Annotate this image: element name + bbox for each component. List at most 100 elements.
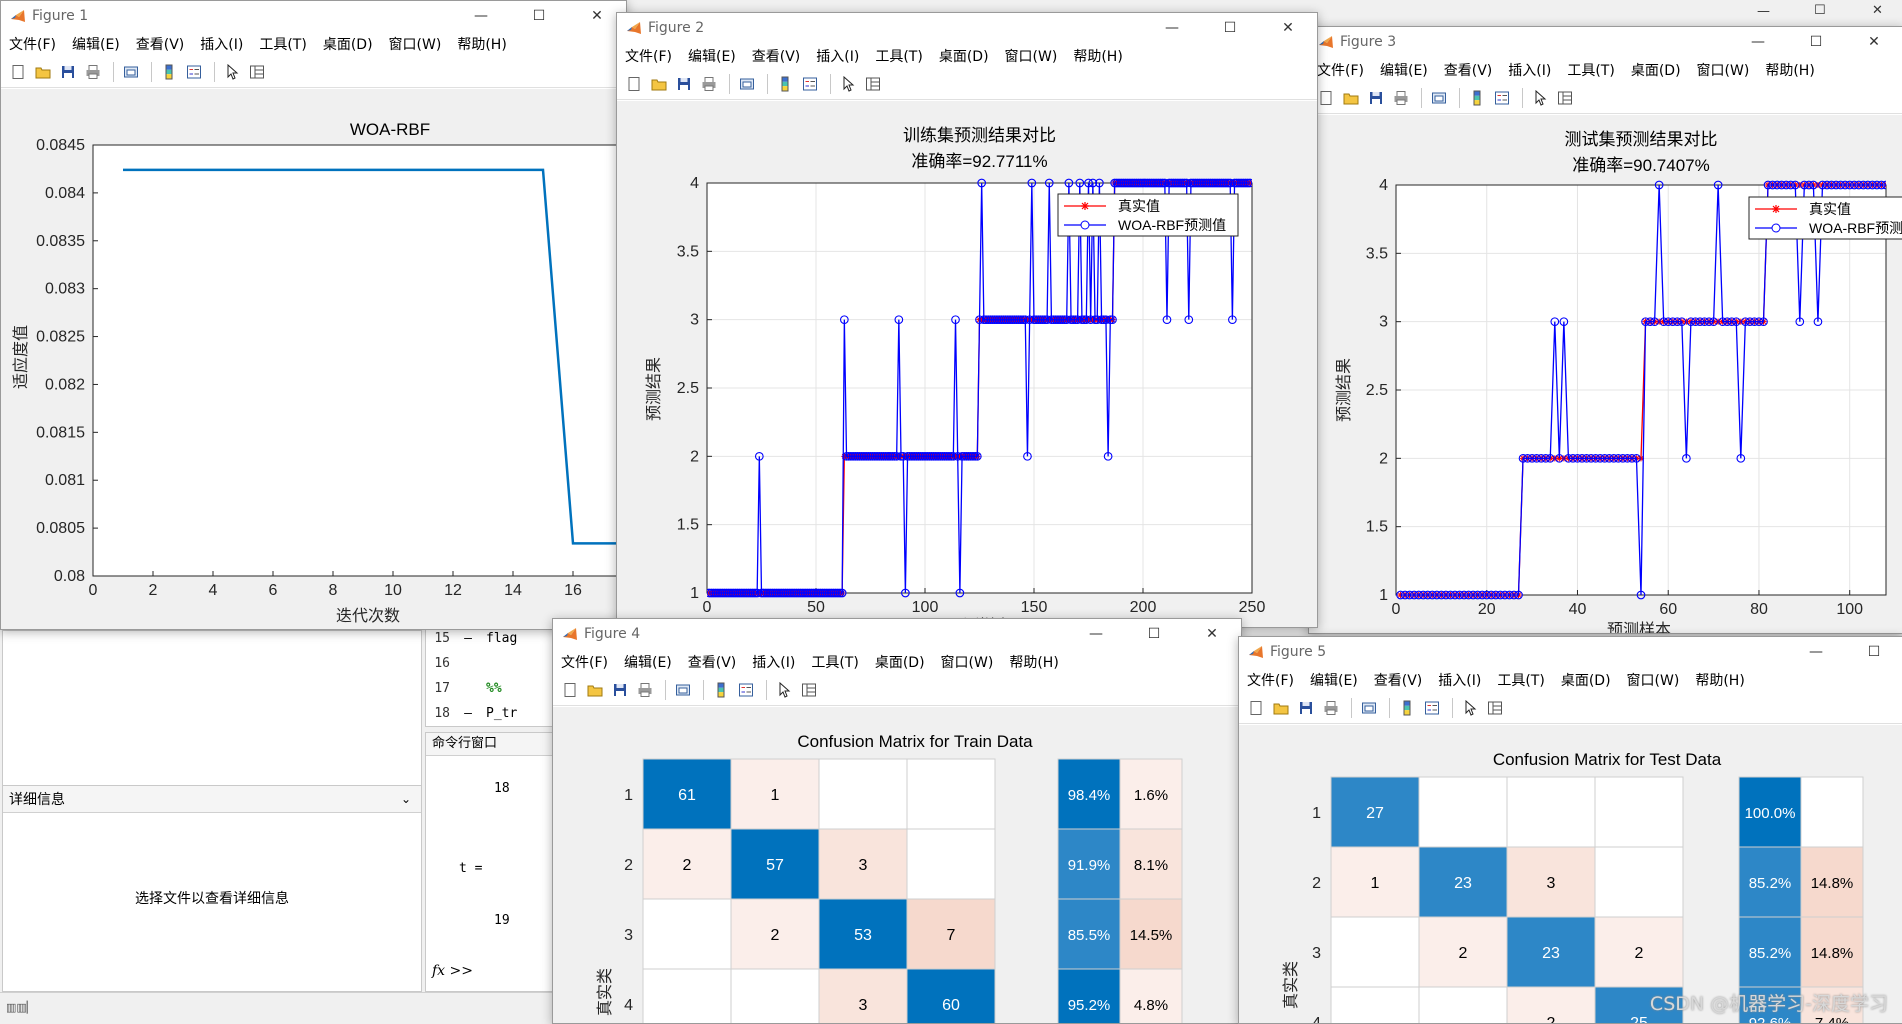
menu-window[interactable]: 窗口(W)	[1627, 670, 1680, 690]
edit-plot-pointer-icon[interactable]	[837, 74, 858, 95]
save-icon[interactable]	[1295, 698, 1316, 719]
insert-colorbar-icon[interactable]	[774, 74, 795, 95]
menu-edit[interactable]: 编辑(E)	[1380, 60, 1428, 80]
print-icon[interactable]	[634, 680, 655, 701]
open-folder-icon[interactable]	[1270, 698, 1291, 719]
insert-colorbar-icon[interactable]	[710, 680, 731, 701]
menu-desktop[interactable]: 桌面(D)	[1631, 60, 1681, 80]
minimize-icon[interactable]: —	[452, 1, 510, 31]
print-icon[interactable]	[1320, 698, 1341, 719]
title-bar[interactable]: Figure 1 — ☐ ✕	[1, 1, 626, 31]
chevron-down-icon[interactable]: ⌄	[401, 792, 411, 806]
menu-edit[interactable]: 编辑(E)	[72, 34, 120, 54]
details-header[interactable]: 详细信息 ⌄	[3, 786, 421, 813]
property-inspector-icon[interactable]	[246, 62, 267, 83]
menu-desktop[interactable]: 桌面(D)	[875, 652, 925, 672]
menu-file[interactable]: 文件(F)	[625, 46, 672, 66]
menu-help[interactable]: 帮助(H)	[1765, 60, 1814, 80]
menu-help[interactable]: 帮助(H)	[1073, 46, 1122, 66]
editor-line[interactable]: 18 — P_tr	[426, 701, 556, 726]
menu-tools[interactable]: 工具(T)	[1567, 60, 1614, 80]
menu-tools[interactable]: 工具(T)	[1497, 670, 1544, 690]
maximize-icon[interactable]: ☐	[1787, 27, 1845, 57]
close-icon[interactable]: ✕	[1183, 619, 1241, 649]
menu-help[interactable]: 帮助(H)	[1009, 652, 1058, 672]
menu-insert[interactable]: 插入(I)	[1438, 670, 1481, 690]
menu-file[interactable]: 文件(F)	[1247, 670, 1294, 690]
insert-legend-icon[interactable]	[799, 74, 820, 95]
menu-tools[interactable]: 工具(T)	[811, 652, 858, 672]
print-icon[interactable]	[1390, 88, 1411, 109]
new-figure-icon[interactable]	[1315, 88, 1336, 109]
link-plot-icon[interactable]	[672, 680, 693, 701]
save-icon[interactable]	[673, 74, 694, 95]
legend[interactable]: 真实值 WOA-RBF预测值	[1057, 193, 1239, 237]
link-plot-icon[interactable]	[120, 62, 141, 83]
editor-line[interactable]: 16	[426, 651, 556, 676]
menu-edit[interactable]: 编辑(E)	[1310, 670, 1358, 690]
minimize-icon[interactable]: —	[1757, 4, 1770, 19]
editor-line[interactable]: 17%%	[426, 676, 556, 701]
close-icon[interactable]: ✕	[1845, 27, 1902, 57]
minimize-icon[interactable]: —	[1729, 27, 1787, 57]
link-plot-icon[interactable]	[1428, 88, 1449, 109]
maximize-icon[interactable]: ☐	[1125, 619, 1183, 649]
edit-plot-pointer-icon[interactable]	[773, 680, 794, 701]
link-plot-icon[interactable]	[1358, 698, 1379, 719]
close-icon[interactable]: ✕	[1872, 3, 1883, 18]
new-figure-icon[interactable]	[623, 74, 644, 95]
save-icon[interactable]	[1365, 88, 1386, 109]
title-bar[interactable]: Figure 4 — ☐ ✕	[553, 619, 1241, 649]
open-folder-icon[interactable]	[1340, 88, 1361, 109]
save-icon[interactable]	[57, 62, 78, 83]
insert-colorbar-icon[interactable]	[1466, 88, 1487, 109]
menu-tools[interactable]: 工具(T)	[259, 34, 306, 54]
new-figure-icon[interactable]	[1245, 698, 1266, 719]
insert-legend-icon[interactable]	[1491, 88, 1512, 109]
new-figure-icon[interactable]	[7, 62, 28, 83]
menu-window[interactable]: 窗口(W)	[1697, 60, 1750, 80]
command-prompt[interactable]: fx >>	[432, 963, 473, 979]
menu-insert[interactable]: 插入(I)	[200, 34, 243, 54]
minimize-icon[interactable]: —	[1143, 13, 1201, 43]
menu-view[interactable]: 查看(V)	[1374, 670, 1423, 690]
property-inspector-icon[interactable]	[862, 74, 883, 95]
maximize-icon[interactable]: ☐	[1845, 637, 1902, 667]
insert-legend-icon[interactable]	[735, 680, 756, 701]
menu-desktop[interactable]: 桌面(D)	[939, 46, 989, 66]
menu-file[interactable]: 文件(F)	[1317, 60, 1364, 80]
menu-insert[interactable]: 插入(I)	[1508, 60, 1551, 80]
property-inspector-icon[interactable]	[798, 680, 819, 701]
open-folder-icon[interactable]	[584, 680, 605, 701]
open-folder-icon[interactable]	[648, 74, 669, 95]
link-plot-icon[interactable]	[736, 74, 757, 95]
maximize-icon[interactable]: ☐	[1814, 3, 1826, 18]
property-inspector-icon[interactable]	[1554, 88, 1575, 109]
legend[interactable]: 真实值 WOA-RBF预测	[1748, 196, 1902, 240]
new-figure-icon[interactable]	[559, 680, 580, 701]
menu-help[interactable]: 帮助(H)	[457, 34, 506, 54]
menu-help[interactable]: 帮助(H)	[1695, 670, 1744, 690]
insert-legend-icon[interactable]	[183, 62, 204, 83]
menu-file[interactable]: 文件(F)	[9, 34, 56, 54]
menu-view[interactable]: 查看(V)	[1444, 60, 1493, 80]
menu-edit[interactable]: 编辑(E)	[624, 652, 672, 672]
menu-view[interactable]: 查看(V)	[136, 34, 185, 54]
menu-window[interactable]: 窗口(W)	[389, 34, 442, 54]
insert-colorbar-icon[interactable]	[158, 62, 179, 83]
menu-view[interactable]: 查看(V)	[752, 46, 801, 66]
menu-edit[interactable]: 编辑(E)	[688, 46, 736, 66]
title-bar[interactable]: Figure 3 — ☐ ✕	[1309, 27, 1902, 57]
title-bar[interactable]: Figure 5 — ☐	[1239, 637, 1902, 667]
maximize-icon[interactable]: ☐	[510, 1, 568, 31]
menu-insert[interactable]: 插入(I)	[752, 652, 795, 672]
insert-legend-icon[interactable]	[1421, 698, 1442, 719]
menu-tools[interactable]: 工具(T)	[875, 46, 922, 66]
close-icon[interactable]: ✕	[1259, 13, 1317, 43]
title-bar[interactable]: Figure 2 — ☐ ✕	[617, 13, 1317, 43]
edit-plot-pointer-icon[interactable]	[1529, 88, 1550, 109]
open-folder-icon[interactable]	[32, 62, 53, 83]
menu-desktop[interactable]: 桌面(D)	[323, 34, 373, 54]
menu-file[interactable]: 文件(F)	[561, 652, 608, 672]
property-inspector-icon[interactable]	[1484, 698, 1505, 719]
